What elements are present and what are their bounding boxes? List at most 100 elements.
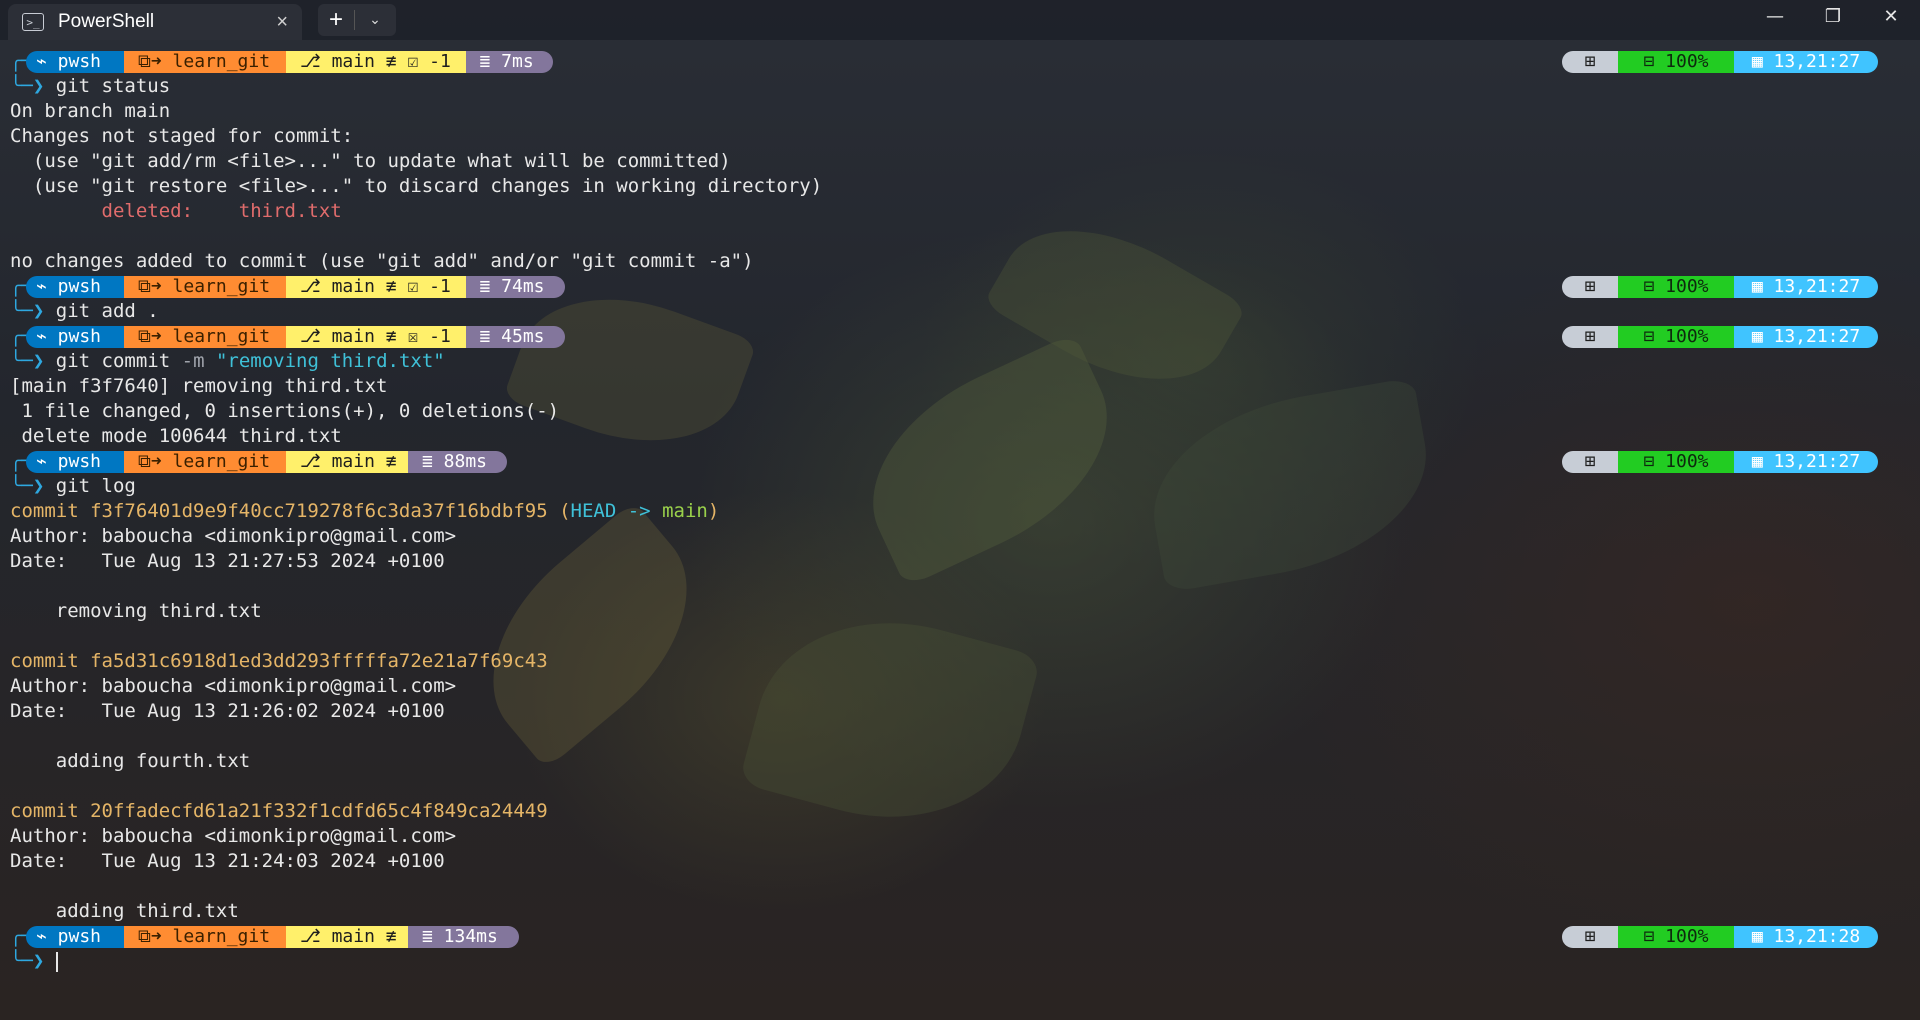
log-line-text: Date: Tue Aug 13 21:27:53 2024 +0100: [10, 550, 445, 572]
status-output-line-text: On branch main: [10, 100, 171, 122]
chevron-down-icon[interactable]: ⌄: [355, 12, 395, 28]
log-line: removing third.txt: [10, 599, 1910, 624]
os-segment: ⊞: [1562, 276, 1618, 298]
status-output-line: On branch main: [10, 99, 1910, 124]
status-output-line: deleted: third.txt: [10, 199, 1910, 224]
path-segment: ⧉➜ learn_git: [124, 451, 297, 473]
status-output-line-text: Changes not staged for commit:: [10, 125, 354, 147]
os-segment: ⊞: [1562, 51, 1618, 73]
prompt-arrow: ╰─❯: [10, 475, 45, 497]
log-line: adding third.txt: [10, 899, 1910, 924]
status-output-line: [10, 224, 1910, 249]
git-segment: ⎇ main ≢: [286, 451, 419, 473]
log-line-text: Date: Tue Aug 13 21:26:02 2024 +0100: [10, 700, 445, 722]
ref-arrow: ->: [616, 500, 663, 522]
ref-branch: main: [662, 500, 708, 522]
battery-segment: ⊟ 100%: [1618, 451, 1734, 473]
log-commit-line: commit 20ffadecfd61a21f332f1cdfd65c4f849…: [10, 799, 1910, 824]
time-segment: ≣ 74ms: [465, 276, 565, 298]
log-line: Date: Tue Aug 13 21:24:03 2024 +0100: [10, 849, 1910, 874]
clock-segment: ▦ 13,21:27: [1734, 51, 1878, 73]
prompt-line: ╭─ ⌁ pwsh ⧉➜ learn_git ⎇ main ≢ ☑ -1 ≣ 74ms ⊞…: [10, 274, 1910, 299]
close-tab-icon[interactable]: ×: [276, 11, 288, 34]
commit-hash: commit f3f76401d9e9f40cc719278f6c3da37f1…: [10, 500, 548, 522]
prompt-arrow: ╰─❯: [10, 950, 45, 972]
path-segment: ⧉➜ learn_git: [124, 926, 297, 948]
log-line: Author: babouchа <dimonkipro@gmail.com>: [10, 674, 1910, 699]
git-segment: ⎇ main ≢ ☑ -1: [286, 276, 476, 298]
text-cursor[interactable]: [55, 951, 58, 972]
time-segment: ≣ 134ms: [408, 926, 519, 948]
log-line-text: adding third.txt: [10, 900, 239, 922]
log-line-text: Author: babouchа <dimonkipro@gmail.com>: [10, 675, 457, 697]
command-flag: -m: [181, 350, 216, 372]
log-commit-line-text: commit 20ffadecfd61a21f332f1cdfd65c4f849…: [10, 800, 548, 822]
ref-paren: (: [547, 500, 571, 522]
time-segment: ≣ 7ms: [465, 51, 553, 73]
clock-segment: ▦ 13,21:27: [1734, 451, 1878, 473]
log-line: adding fourth.txt: [10, 749, 1910, 774]
battery-segment: ⊟ 100%: [1618, 326, 1734, 348]
log-line: Date: Tue Aug 13 21:27:53 2024 +0100: [10, 549, 1910, 574]
prompt-line: ╭─ ⌁ pwsh ⧉➜ learn_git ⎇ main ≢ ☒ -1 ≣ 45ms ⊞…: [10, 324, 1910, 349]
command-line: ╰─❯ git status: [10, 74, 1910, 99]
minimize-button[interactable]: —: [1755, 6, 1795, 27]
log-commit-line-text: commit fa5d31c6918d1ed3dd293fffffa72e21a…: [10, 650, 548, 672]
git-segment: ⎇ main ≢ ☑ -1: [286, 51, 476, 73]
tab-powershell[interactable]: >_ PowerShell ×: [8, 4, 302, 40]
close-button[interactable]: ✕: [1871, 6, 1911, 27]
log-commit-line: commit f3f76401d9e9f40cc719278f6c3da37f1…: [10, 499, 1910, 524]
prompt-arrow: ╰─❯: [10, 300, 45, 322]
path-segment: ⧉➜ learn_git: [124, 326, 297, 348]
status-output-line-text: (use "git restore <file>..." to discard …: [10, 175, 823, 197]
command-text: git log: [55, 475, 136, 497]
os-segment: ⊞: [1562, 926, 1618, 948]
battery-segment: ⊟ 100%: [1618, 51, 1734, 73]
log-line: Date: Tue Aug 13 21:26:02 2024 +0100: [10, 699, 1910, 724]
ref-head: HEAD: [570, 500, 617, 522]
new-tab-group: + ⌄: [318, 4, 396, 36]
new-tab-button[interactable]: +: [318, 6, 354, 34]
clock-segment: ▦ 13,21:27: [1734, 326, 1878, 348]
terminal-output[interactable]: ╭─ ⌁ pwsh ⧉➜ learn_git ⎇ main ≢ ☑ -1 ≣ 7ms ⊞ ⊟…: [10, 49, 1910, 974]
command-line: ╰─❯ git commit -m "removing third.txt": [10, 349, 1910, 374]
os-segment: ⊞: [1562, 451, 1618, 473]
path-segment: ⧉➜ learn_git: [124, 276, 297, 298]
status-output-line-text: deleted: third.txt: [10, 200, 342, 222]
status-output-line: (use "git add/rm <file>..." to update wh…: [10, 149, 1910, 174]
prompt-line: ╭─ ⌁ pwsh ⧉➜ learn_git ⎇ main ≢ ≣ 134ms ⊞ ⊟ 10…: [10, 924, 1910, 949]
restore-button[interactable]: ❐: [1813, 6, 1853, 27]
git-segment: ⎇ main ≢ ☒ -1: [286, 326, 476, 348]
status-output-line-text: (use "git add/rm <file>..." to update wh…: [10, 150, 731, 172]
command-text: git status: [55, 75, 171, 97]
prompt-line: ╭─ ⌁ pwsh ⧉➜ learn_git ⎇ main ≢ ≣ 88ms ⊞ ⊟ 100…: [10, 449, 1910, 474]
pwsh-segment: ⌁ pwsh: [26, 326, 135, 348]
clock-segment: ▦ 13,21:28: [1734, 926, 1878, 948]
path-segment: ⧉➜ learn_git: [124, 51, 297, 73]
prompt-arrow: ╰─❯: [10, 350, 45, 372]
command-line: ╰─❯ git add .: [10, 299, 1910, 324]
status-output-line: Changes not staged for commit:: [10, 124, 1910, 149]
ref-paren: ): [707, 500, 720, 522]
git-segment: ⎇ main ≢: [286, 926, 419, 948]
time-segment: ≣ 45ms: [465, 326, 565, 348]
terminal-icon: >_: [22, 13, 44, 31]
log-line: Author: babouchа <dimonkipro@gmail.com>: [10, 824, 1910, 849]
log-commit-line: commit fa5d31c6918d1ed3dd293fffffa72e21a…: [10, 649, 1910, 674]
prompt-arrow: ╰─❯: [10, 75, 45, 97]
commit-output-line-text: delete mode 100644 third.txt: [10, 425, 342, 447]
log-line-text: Date: Tue Aug 13 21:24:03 2024 +0100: [10, 850, 445, 872]
log-line: Author: babouchа <dimonkipro@gmail.com>: [10, 524, 1910, 549]
status-output-line: no changes added to commit (use "git add…: [10, 249, 1910, 274]
commit-output-line: [main f3f7640] removing third.txt: [10, 374, 1910, 399]
command-line: ╰─❯: [10, 949, 1910, 974]
time-segment: ≣ 88ms: [408, 451, 507, 473]
tab-title: PowerShell: [58, 11, 155, 32]
pwsh-segment: ⌁ pwsh: [26, 926, 135, 948]
pwsh-segment: ⌁ pwsh: [26, 451, 135, 473]
command-string: "removing third.txt": [215, 350, 445, 372]
